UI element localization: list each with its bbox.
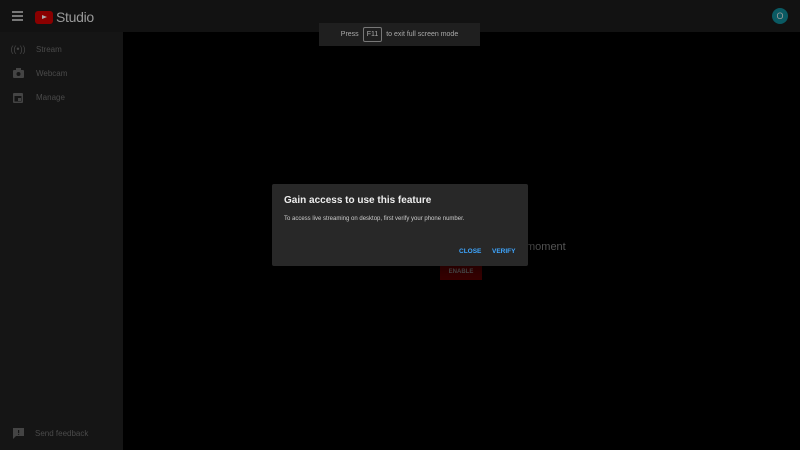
camera-icon (12, 67, 24, 79)
hamburger-menu-icon[interactable] (12, 11, 23, 21)
sidebar: ((•)) Stream Webcam Manage Send feedback (0, 32, 123, 450)
verify-button[interactable]: VERIFY (492, 248, 515, 255)
background-message: moment (526, 241, 566, 253)
toast-text: Press (340, 31, 359, 38)
app-name: Studio (56, 9, 94, 25)
sidebar-item-manage[interactable]: Manage (0, 87, 123, 107)
close-button[interactable]: CLOSE (459, 248, 481, 255)
stream-icon: ((•)) (10, 44, 26, 54)
sidebar-item-label: Stream (36, 44, 62, 54)
dialog-title: Gain access to use this feature (284, 195, 432, 206)
avatar[interactable]: O (772, 8, 788, 24)
youtube-studio-logo[interactable]: Studio (35, 9, 94, 25)
sidebar-item-label: Manage (36, 92, 65, 102)
dialog-body: To access live streaming on desktop, fir… (284, 216, 465, 222)
sidebar-item-stream[interactable]: ((•)) Stream (0, 39, 123, 59)
sidebar-item-webcam[interactable]: Webcam (0, 63, 123, 83)
gain-access-dialog: Gain access to use this feature To acces… (272, 184, 528, 266)
sidebar-item-label: Webcam (36, 68, 68, 78)
fullscreen-toast: Press F11 to exit full screen mode (319, 23, 480, 46)
f11-key: F11 (362, 27, 383, 42)
send-feedback-label: Send feedback (35, 428, 89, 438)
send-feedback-button[interactable]: Send feedback (0, 423, 123, 443)
calendar-icon (12, 91, 24, 103)
toast-text: to exit full screen mode (386, 31, 459, 38)
youtube-logo-icon (35, 10, 53, 24)
feedback-icon (12, 427, 24, 439)
enable-button[interactable]: ENABLE (440, 264, 482, 280)
